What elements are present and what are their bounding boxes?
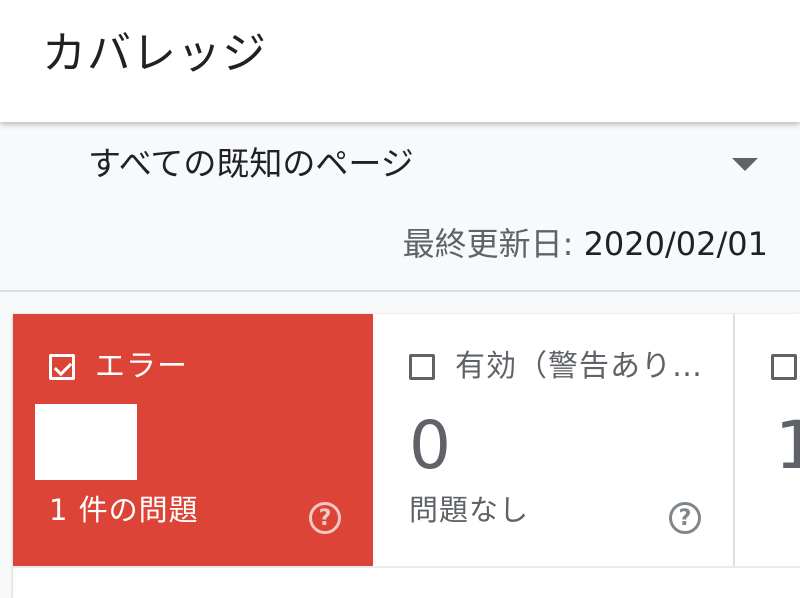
last-updated: 最終更新日: 2020/02/01 (403, 222, 768, 266)
warning-count: 0 (409, 407, 451, 484)
dropdown-arrow-icon (732, 158, 758, 171)
help-icon[interactable]: ? (669, 502, 701, 534)
status-cards: エラー 1 件の問題 ? 有効（警告あり… 0 問題なし ? 1 (13, 314, 800, 598)
filter-selected-label: すべての既知のページ (88, 144, 414, 183)
last-updated-date: 2020/02/01 (583, 225, 768, 263)
app-header: カバレッジ (0, 0, 800, 122)
checkmark-icon (53, 357, 73, 377)
help-icon[interactable]: ? (309, 502, 341, 534)
warning-card-subtitle: 問題なし (409, 493, 530, 527)
divider (0, 290, 800, 292)
error-count-redacted (35, 404, 137, 480)
error-card-label: エラー (95, 349, 188, 384)
valid-checkbox[interactable] (771, 354, 797, 380)
valid-card[interactable]: 1 (735, 314, 800, 566)
cards-bottom-divider (13, 566, 800, 568)
warning-checkbox[interactable] (409, 354, 435, 380)
error-checkbox[interactable] (49, 354, 75, 380)
error-card[interactable]: エラー 1 件の問題 ? (13, 314, 373, 566)
page-filter-dropdown[interactable]: すべての既知のページ (0, 122, 800, 200)
valid-count: 1 (775, 407, 800, 484)
warning-card-label: 有効（警告あり… (455, 349, 703, 384)
error-card-subtitle: 1 件の問題 (49, 493, 199, 527)
warning-card[interactable]: 有効（警告あり… 0 問題なし ? (373, 314, 735, 566)
page-title: カバレッジ (42, 28, 267, 79)
last-updated-label: 最終更新日: (402, 225, 584, 263)
